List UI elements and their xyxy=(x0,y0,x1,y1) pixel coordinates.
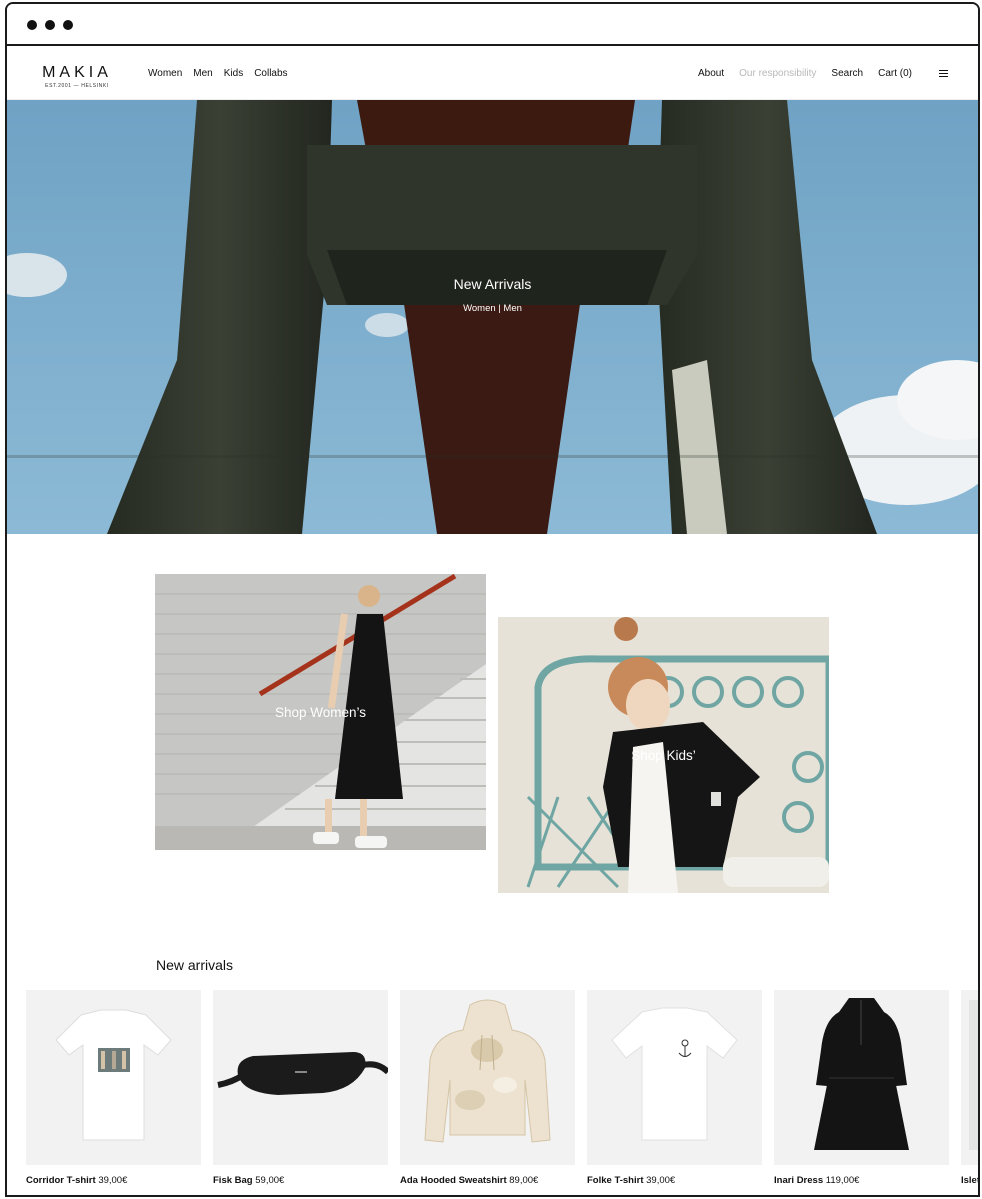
product-info: Ada Hooded Sweatshirt 89,00€ xyxy=(400,1175,575,1186)
nav-men[interactable]: Men xyxy=(193,68,212,79)
product-card[interactable]: Fisk Bag 59,00€ xyxy=(213,990,388,1186)
hoodie-image xyxy=(424,999,551,1143)
promo-women[interactable]: Shop Women’s xyxy=(155,574,486,850)
product-card[interactable]: Corridor T-shirt 39,00€ xyxy=(26,990,201,1186)
menu-icon[interactable] xyxy=(939,70,948,78)
primary-nav: Women Men Kids Collabs xyxy=(148,68,288,79)
product-info: Fisk Bag 59,00€ xyxy=(213,1175,388,1186)
product-info: Corridor T-shirt 39,00€ xyxy=(26,1175,201,1186)
product-name: Ada Hooded Sweatshirt xyxy=(400,1175,507,1186)
product-name: Islet xyxy=(961,1175,980,1186)
hero-caption: New Arrivals Women | Men xyxy=(7,276,978,314)
hero-link-men[interactable]: Men xyxy=(503,303,521,314)
product-info: Islet xyxy=(961,1175,980,1186)
product-info: Folke T-shirt 39,00€ xyxy=(587,1175,762,1186)
product-price: 39,00€ xyxy=(646,1175,676,1186)
window-dot-icon[interactable] xyxy=(63,20,73,30)
product-card[interactable]: Ada Hooded Sweatshirt 89,00€ xyxy=(400,990,575,1186)
promo-kids[interactable]: Shop Kids’ xyxy=(498,617,829,893)
logo-tagline: EST.2001 — HELSINKI xyxy=(45,83,109,89)
new-arrivals-title: New arrivals xyxy=(156,957,234,973)
bag-image xyxy=(217,1052,388,1095)
hero-link-women[interactable]: Women xyxy=(463,303,496,314)
product-name: Inari Dress xyxy=(774,1175,824,1186)
product-info: Inari Dress 119,00€ xyxy=(774,1175,949,1186)
site-header: MAKIA EST.2001 — HELSINKI Women Men Kids… xyxy=(7,48,978,100)
product-image xyxy=(587,990,762,1165)
logo[interactable]: MAKIA EST.2001 — HELSINKI xyxy=(37,64,117,89)
nav-cart[interactable]: Cart (0) xyxy=(878,68,912,79)
logo-wordmark: MAKIA xyxy=(42,64,112,81)
product-card[interactable]: Folke T-shirt 39,00€ xyxy=(587,990,762,1186)
tshirt-image xyxy=(55,1009,172,1141)
product-card[interactable]: Islet xyxy=(961,990,980,1186)
hero-links: Women | Men xyxy=(7,303,978,314)
nav-collabs[interactable]: Collabs xyxy=(254,68,287,79)
product-card[interactable]: Inari Dress 119,00€ xyxy=(774,990,949,1186)
product-image xyxy=(26,990,201,1165)
product-name: Fisk Bag xyxy=(213,1175,253,1186)
product-image xyxy=(961,990,978,1165)
hero-title: New Arrivals xyxy=(453,276,532,292)
nav-kids[interactable]: Kids xyxy=(224,68,243,79)
promo-kids-label: Shop Kids’ xyxy=(631,748,696,763)
product-name: Folke T-shirt xyxy=(587,1175,644,1186)
promo-women-label: Shop Women’s xyxy=(274,705,367,720)
browser-chrome xyxy=(7,4,978,46)
window-controls xyxy=(27,20,73,30)
tshirt-image xyxy=(611,1007,738,1141)
nav-our-responsibility[interactable]: Our responsibility xyxy=(739,68,816,79)
hero-image xyxy=(7,100,978,534)
window-dot-icon[interactable] xyxy=(27,20,37,30)
product-image xyxy=(213,990,388,1165)
product-price: 89,00€ xyxy=(509,1175,539,1186)
secondary-nav: About Our responsibility Search Cart (0) xyxy=(698,68,912,79)
product-name: Corridor T-shirt xyxy=(26,1175,96,1186)
product-partial-image xyxy=(969,1000,978,1150)
nav-search[interactable]: Search xyxy=(831,68,863,79)
browser-window: MAKIA EST.2001 — HELSINKI Women Men Kids… xyxy=(5,2,980,1197)
dress-image xyxy=(814,998,909,1150)
product-price: 119,00€ xyxy=(825,1175,860,1186)
window-dot-icon[interactable] xyxy=(45,20,55,30)
hero-banner[interactable]: New Arrivals Women | Men xyxy=(7,100,978,534)
nav-about[interactable]: About xyxy=(698,68,724,79)
product-image xyxy=(400,990,575,1165)
product-image xyxy=(774,990,949,1165)
product-price: 59,00€ xyxy=(255,1175,285,1186)
nav-women[interactable]: Women xyxy=(148,68,182,79)
product-price: 39,00€ xyxy=(98,1175,128,1186)
